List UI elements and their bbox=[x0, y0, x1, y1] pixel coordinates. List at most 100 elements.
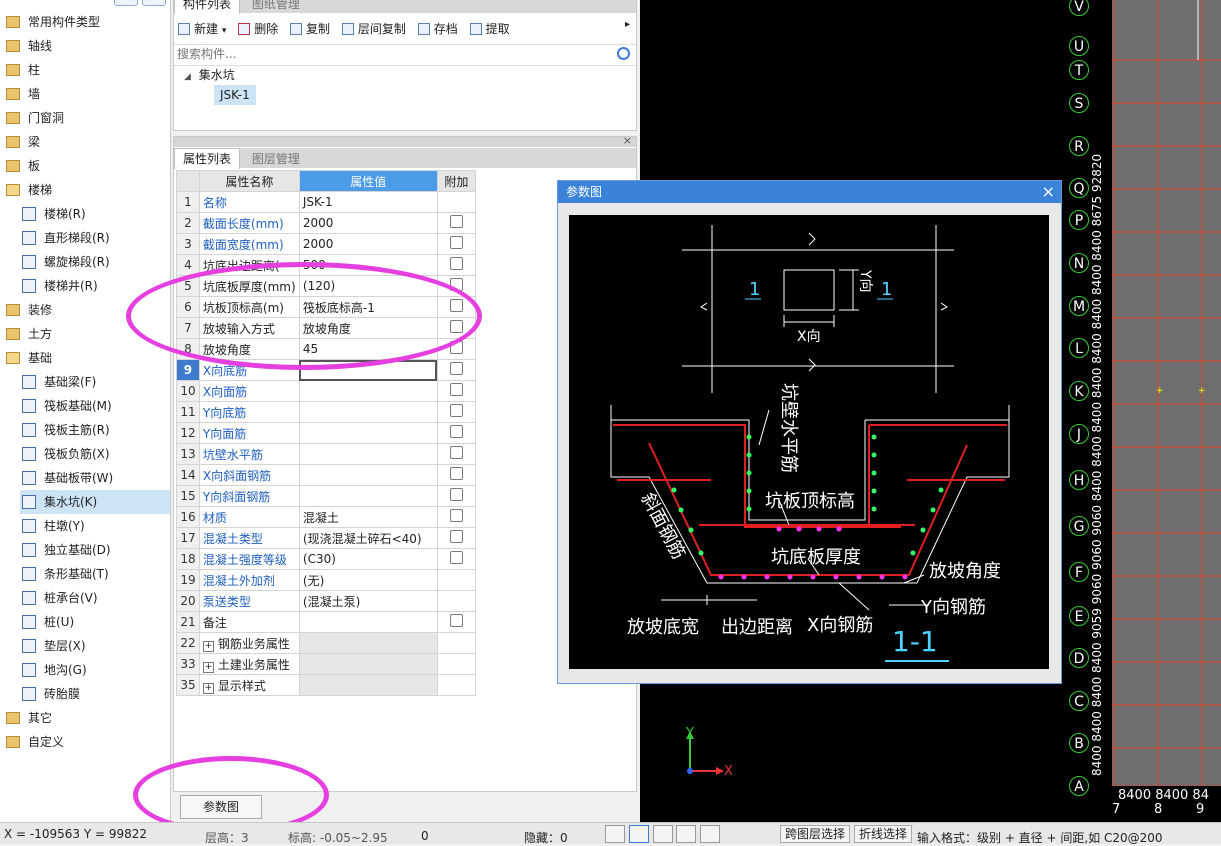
tree-item[interactable]: 土方 bbox=[4, 322, 170, 346]
property-value[interactable] bbox=[298, 485, 438, 507]
dropdown-arrow-icon[interactable]: ▾ bbox=[222, 26, 227, 36]
property-value[interactable] bbox=[298, 401, 438, 423]
property-value[interactable] bbox=[298, 422, 438, 444]
delete-button[interactable]: 删除 bbox=[238, 19, 278, 39]
property-value[interactable]: 放坡角度 bbox=[298, 317, 438, 339]
tree-item[interactable]: 桩承台(V) bbox=[20, 586, 170, 610]
tree-item[interactable]: 桩(U) bbox=[20, 610, 170, 634]
more-arrow-icon[interactable]: ▸ bbox=[625, 19, 630, 30]
tree-item[interactable]: 基础 bbox=[4, 346, 170, 370]
extra-checkbox[interactable] bbox=[449, 446, 463, 459]
property-row[interactable]: 5 坑底板厚度(mm) (120) bbox=[176, 275, 477, 297]
tree-item[interactable]: 筏板主筋(R) bbox=[20, 418, 170, 442]
tree-item[interactable]: 楼梯 bbox=[4, 178, 170, 202]
property-row[interactable]: 16 材质 混凝土 bbox=[176, 506, 477, 528]
property-row[interactable]: 33 + 土建业务属性 bbox=[176, 653, 477, 675]
property-value[interactable]: (C30) bbox=[298, 548, 438, 570]
tree-item[interactable]: 装修 bbox=[4, 298, 170, 322]
property-row[interactable]: 11 Y向底筋 bbox=[176, 401, 477, 423]
property-row[interactable]: 18 混凝土强度等级 (C30) bbox=[176, 548, 477, 570]
property-row[interactable]: 7 放坡输入方式 放坡角度 bbox=[176, 317, 477, 339]
tree-item[interactable]: 柱 bbox=[4, 58, 170, 82]
tree-item[interactable]: 梁 bbox=[4, 130, 170, 154]
extra-checkbox[interactable] bbox=[449, 257, 463, 270]
cross-layer-select-button[interactable]: 跨图层选择 bbox=[780, 825, 851, 843]
dialog-titlebar[interactable]: 参数图 × bbox=[558, 181, 1061, 203]
tab-property-list[interactable]: 属性列表 bbox=[174, 148, 241, 169]
tree-item[interactable]: 基础板带(W) bbox=[20, 466, 170, 490]
tree-item[interactable]: 楼梯井(R) bbox=[20, 274, 170, 298]
dialog-close-icon[interactable]: × bbox=[1042, 181, 1055, 203]
tree-item[interactable]: 基础梁(F) bbox=[20, 370, 170, 394]
save-button[interactable]: 存档 bbox=[417, 19, 458, 39]
property-row[interactable]: 22 + 钢筋业务属性 bbox=[176, 632, 477, 654]
property-value[interactable] bbox=[298, 380, 438, 402]
tree-item[interactable]: 集水坑(K) bbox=[20, 490, 170, 514]
extra-checkbox[interactable] bbox=[449, 320, 463, 333]
property-value[interactable] bbox=[298, 632, 438, 654]
extra-checkbox[interactable] bbox=[449, 383, 463, 396]
property-value[interactable]: (无) bbox=[298, 569, 438, 591]
property-row[interactable]: 6 坑板顶标高(m) 筏板底标高-1 bbox=[176, 296, 477, 318]
property-row[interactable]: 9 X向底筋 bbox=[176, 359, 477, 381]
search-input[interactable] bbox=[174, 45, 600, 63]
property-value[interactable] bbox=[298, 464, 438, 486]
floor-copy-button[interactable]: 层间复制 bbox=[341, 19, 406, 39]
drawing-grid[interactable]: + + bbox=[1112, 0, 1221, 800]
property-row[interactable]: 12 Y向面筋 bbox=[176, 422, 477, 444]
tab-layer-management[interactable]: 图层管理 bbox=[244, 149, 308, 169]
collapse-button[interactable] bbox=[114, 0, 138, 6]
tree-item[interactable]: 门窗洞 bbox=[4, 106, 170, 130]
tree-item[interactable]: 螺旋梯段(R) bbox=[20, 250, 170, 274]
component-group-node[interactable]: ◢ 集水坑 bbox=[184, 66, 235, 84]
expand-button[interactable] bbox=[142, 0, 166, 6]
extra-checkbox[interactable] bbox=[449, 404, 463, 417]
extra-checkbox[interactable] bbox=[449, 299, 463, 312]
tree-item[interactable]: 常用构件类型 bbox=[4, 10, 170, 34]
tree-item[interactable]: 条形基础(T) bbox=[20, 562, 170, 586]
param-diagram-button[interactable]: 参数图 bbox=[180, 795, 262, 819]
expand-plus-icon[interactable]: + bbox=[202, 640, 214, 652]
tree-item[interactable]: 其它 bbox=[4, 706, 170, 730]
collapse-triangle-icon[interactable]: ◢ bbox=[184, 72, 191, 82]
new-button[interactable]: 新建 ▾ bbox=[178, 19, 226, 39]
property-value[interactable] bbox=[298, 674, 438, 696]
extra-checkbox[interactable] bbox=[449, 530, 463, 543]
extra-checkbox[interactable] bbox=[449, 488, 463, 501]
tree-item[interactable]: 筏板负筋(X) bbox=[20, 442, 170, 466]
component-item-jsk1[interactable]: JSK-1 bbox=[214, 85, 256, 105]
tree-item[interactable]: 地沟(G) bbox=[20, 658, 170, 682]
extra-checkbox[interactable] bbox=[449, 215, 463, 228]
property-row[interactable]: 14 X向斜面钢筋 bbox=[176, 464, 477, 486]
expand-plus-icon[interactable]: + bbox=[202, 682, 214, 694]
tree-item[interactable]: 墙 bbox=[4, 82, 170, 106]
extra-checkbox[interactable] bbox=[449, 236, 463, 249]
tree-item[interactable]: 轴线 bbox=[4, 34, 170, 58]
property-value[interactable]: (混凝土泵) bbox=[298, 590, 438, 612]
cross-select-icon[interactable] bbox=[652, 825, 673, 843]
extra-checkbox[interactable] bbox=[449, 509, 463, 522]
tree-item[interactable]: 筏板基础(M) bbox=[20, 394, 170, 418]
property-value[interactable] bbox=[298, 653, 438, 675]
property-row[interactable]: 13 坑壁水平筋 bbox=[176, 443, 477, 465]
search-icon[interactable] bbox=[617, 47, 630, 60]
property-row[interactable]: 8 放坡角度 45 bbox=[176, 338, 477, 360]
tree-item[interactable]: 独立基础(D) bbox=[20, 538, 170, 562]
select-mode-icon[interactable] bbox=[628, 825, 649, 843]
close-icon[interactable]: × bbox=[623, 134, 632, 147]
property-value[interactable]: (现浇混凝土碎石<40) bbox=[298, 527, 438, 549]
tab-component-list[interactable]: 构件列表 bbox=[174, 0, 241, 14]
extra-checkbox[interactable] bbox=[449, 425, 463, 438]
tree-item[interactable]: 直形梯段(R) bbox=[20, 226, 170, 250]
property-row[interactable]: 35 + 显示样式 bbox=[176, 674, 477, 696]
property-row[interactable]: 10 X向面筋 bbox=[176, 380, 477, 402]
tree-item[interactable]: 楼梯(R) bbox=[20, 202, 170, 226]
extra-checkbox[interactable] bbox=[449, 467, 463, 480]
expand-plus-icon[interactable]: + bbox=[202, 661, 214, 673]
tree-item[interactable]: 垫层(X) bbox=[20, 634, 170, 658]
property-value[interactable] bbox=[298, 611, 438, 633]
property-value[interactable]: 混凝土 bbox=[298, 506, 438, 528]
tree-item[interactable]: 自定义 bbox=[4, 730, 170, 754]
polyline-select-button[interactable]: 折线选择 bbox=[854, 825, 913, 843]
tree-item[interactable]: 板 bbox=[4, 154, 170, 178]
